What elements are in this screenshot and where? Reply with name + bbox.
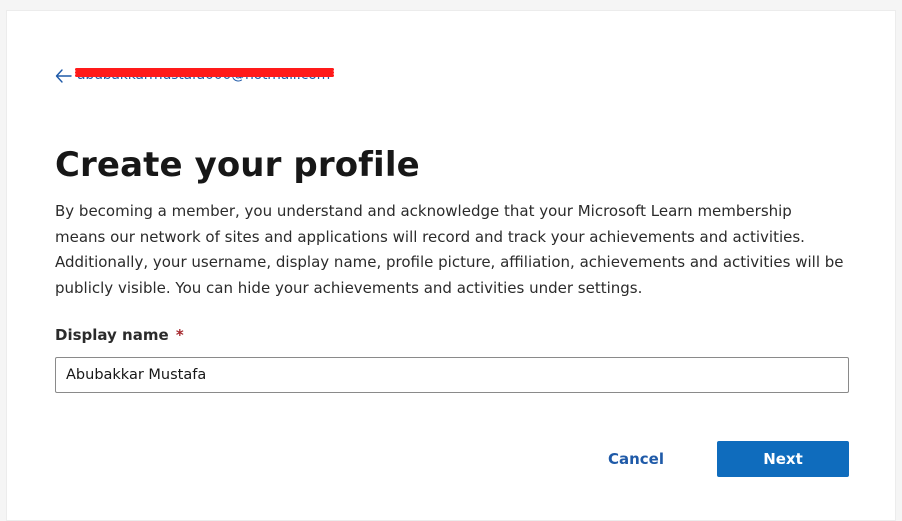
arrow-left-icon (55, 68, 73, 83)
display-name-input[interactable] (55, 357, 849, 393)
required-marker: * (175, 326, 184, 344)
next-button[interactable]: Next (717, 441, 849, 477)
cancel-button[interactable]: Cancel (591, 441, 681, 477)
account-email: abubakkarmustafa000@hotmail.com (75, 67, 335, 83)
display-name-label-text: Display name (55, 326, 169, 344)
page-title: Create your profile (55, 145, 420, 185)
display-name-label: Display name * (55, 326, 184, 344)
back-link[interactable]: abubakkarmustafa000@hotmail.com (55, 65, 335, 85)
profile-card: abubakkarmustafa000@hotmail.com Create y… (6, 10, 896, 521)
account-email-text: abubakkarmustafa000@hotmail.com (77, 67, 331, 83)
membership-description: By becoming a member, you understand and… (55, 202, 844, 297)
